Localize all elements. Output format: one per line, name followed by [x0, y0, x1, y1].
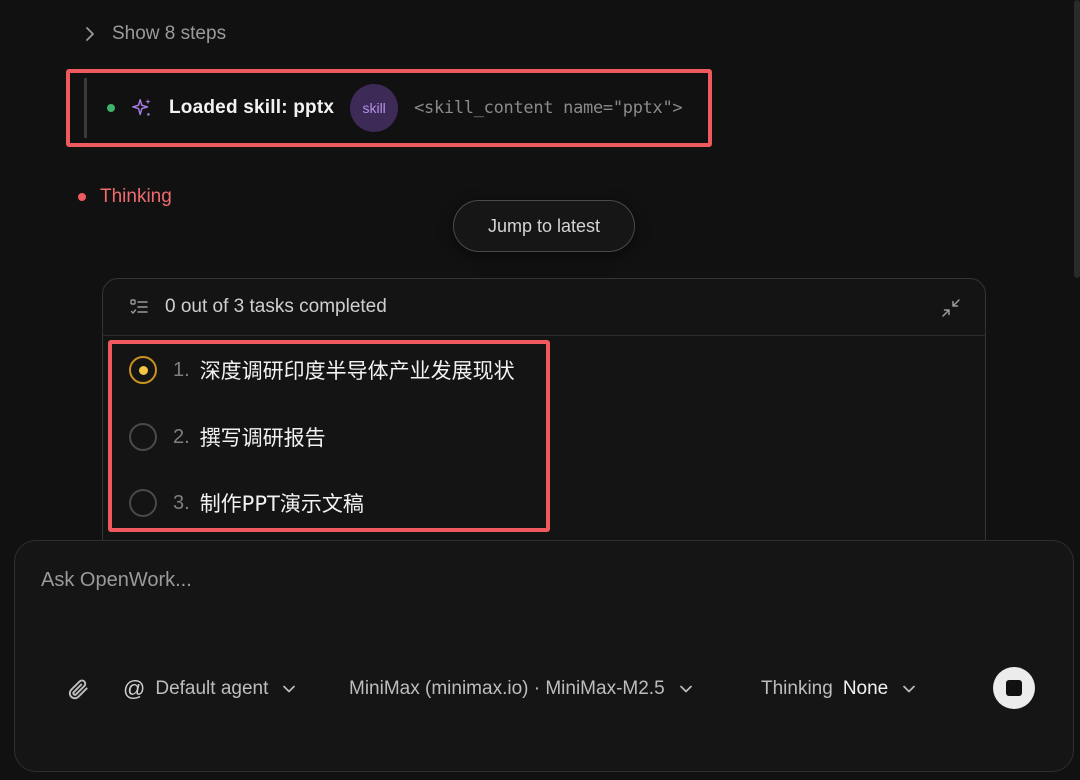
- show-steps-label: Show 8 steps: [112, 23, 227, 44]
- composer-toolbar: @ Default agent MiniMax (minimax.io) · M…: [15, 673, 1073, 705]
- thinking-selector-label: Thinking: [761, 678, 833, 699]
- skill-title: Loaded skill: pptx: [169, 97, 335, 118]
- attach-button[interactable]: [65, 673, 91, 705]
- thinking-dot: [78, 193, 86, 201]
- thinking-selector[interactable]: Thinking None: [761, 673, 916, 705]
- chevron-down-icon: [283, 685, 296, 693]
- thinking-selector-value: None: [842, 678, 889, 699]
- chevron-down-icon: [679, 685, 692, 693]
- paperclip-icon: [68, 679, 88, 700]
- model-label: MiniMax (minimax.io) · MiniMax-M2.5: [349, 678, 665, 699]
- stop-icon: [1006, 680, 1022, 696]
- composer: @ Default agent MiniMax (minimax.io) · M…: [14, 540, 1074, 772]
- thinking-status: Thinking: [78, 184, 172, 210]
- task-label: 撰写调研报告: [199, 426, 326, 450]
- task-item: 2. 撰写调研报告: [129, 422, 326, 452]
- jump-to-latest-button[interactable]: Jump to latest: [453, 200, 635, 252]
- agent-selector[interactable]: @ Default agent: [123, 673, 296, 705]
- chevron-down-icon: [903, 685, 916, 693]
- thinking-label: Thinking: [100, 186, 172, 207]
- stop-button[interactable]: [993, 667, 1035, 709]
- tasks-card: 0 out of 3 tasks completed 1. 深度调研印度半导体产…: [102, 278, 986, 578]
- checklist-icon: [130, 299, 148, 314]
- task-label: 制作PPT演示文稿: [199, 492, 364, 516]
- agent-label: Default agent: [155, 678, 269, 699]
- model-selector[interactable]: MiniMax (minimax.io) · MiniMax-M2.5: [349, 673, 693, 705]
- collapse-icon[interactable]: [941, 298, 961, 318]
- prompt-input[interactable]: [41, 565, 941, 595]
- skill-badge: skill: [350, 84, 399, 132]
- task-number: 1.: [173, 358, 190, 381]
- scrollbar[interactable]: [1074, 0, 1080, 278]
- show-steps-toggle[interactable]: Show 8 steps: [82, 20, 226, 48]
- task-status-in-progress-icon: [129, 356, 157, 384]
- task-label: 深度调研印度半导体产业发展现状: [199, 359, 515, 383]
- tasks-progress-title: 0 out of 3 tasks completed: [165, 296, 387, 317]
- task-number: 2.: [173, 425, 190, 448]
- task-item: 1. 深度调研印度半导体产业发展现状: [129, 355, 515, 385]
- success-dot: [107, 104, 115, 112]
- at-icon: @: [123, 676, 146, 701]
- task-item: 3. 制作PPT演示文稿: [129, 488, 364, 518]
- task-status-pending-icon: [129, 423, 157, 451]
- sparkle-icon: [132, 98, 151, 116]
- tasks-header: 0 out of 3 tasks completed: [103, 279, 985, 336]
- task-status-pending-icon: [129, 489, 157, 517]
- skill-content-preview: <skill_content name="pptx">: [414, 98, 683, 118]
- chevron-right-icon: [86, 27, 94, 41]
- task-number: 3.: [173, 491, 190, 514]
- skill-loaded-row: Loaded skill: pptx skill <skill_content …: [84, 78, 704, 138]
